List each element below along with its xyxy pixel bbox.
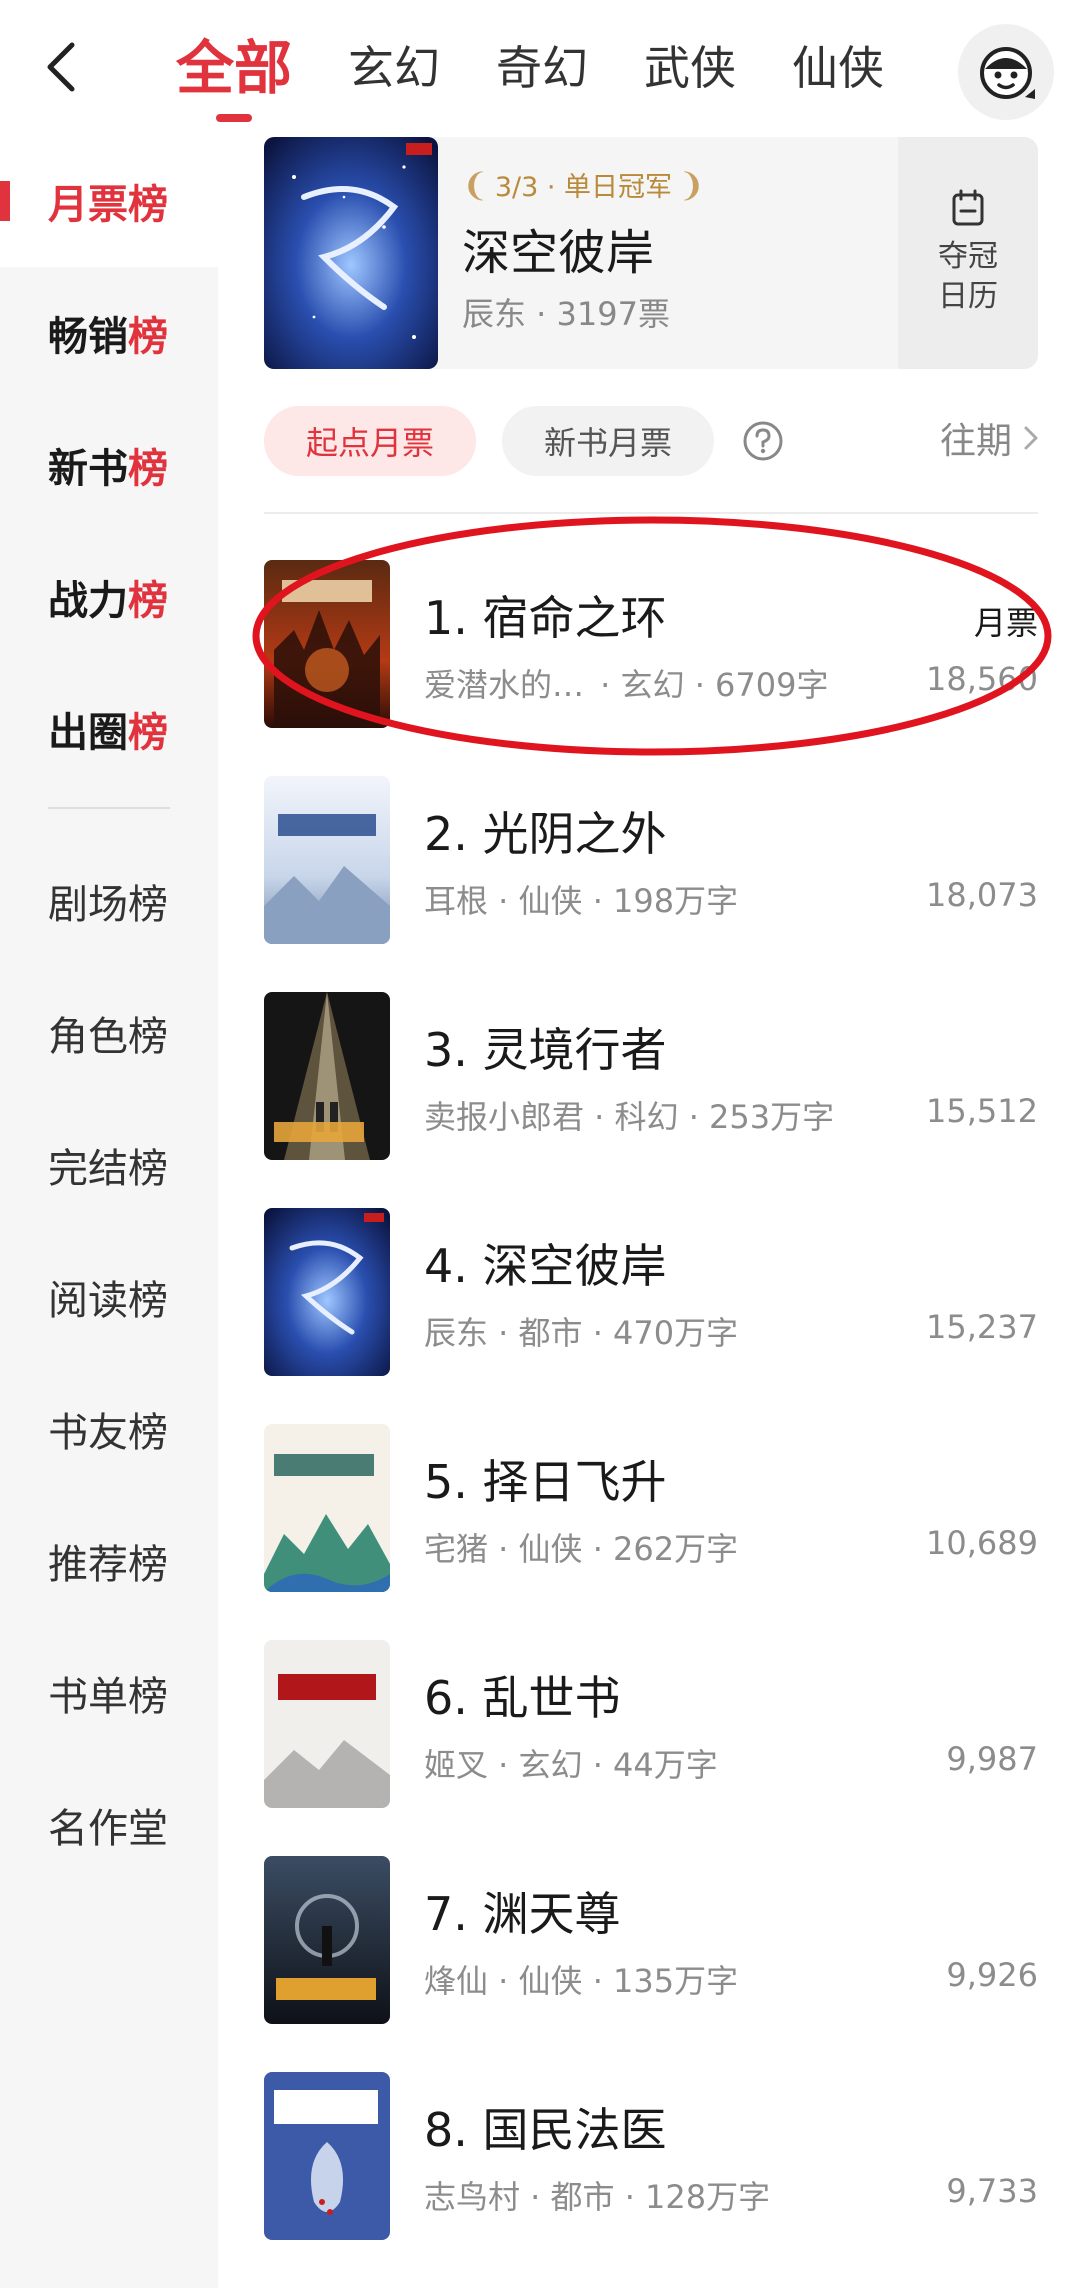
sidebar-item-label: 新书榜	[48, 446, 168, 492]
book-title: 5. 择日飞升	[424, 1455, 667, 1509]
sidebar-item-power[interactable]: 战力榜	[0, 531, 218, 663]
list-item[interactable]: 4. 深空彼岸 辰东 · 都市 · 470万字 15,237	[264, 1208, 1038, 1376]
history-link[interactable]: 往期	[940, 412, 1040, 464]
book-title: 7. 渊天尊	[424, 1887, 621, 1941]
calendar-icon	[952, 189, 984, 226]
book-title: 8. 国民法医	[424, 2103, 667, 2157]
sidebar-item-label: 出圈榜	[48, 710, 168, 756]
champion-calendar-button[interactable]: 夺冠日历	[898, 137, 1038, 369]
ranking-sidebar: 月票榜 畅销榜 新书榜 战力榜 出圈榜 剧场榜 角色榜 完结榜 阅读榜 书友榜 …	[0, 135, 218, 2288]
book-cover	[264, 137, 438, 369]
book-meta: 志鸟村 · 都市 · 128万字	[424, 2178, 771, 2216]
sidebar-item-booklist[interactable]: 书单榜	[0, 1627, 218, 1759]
vote-count: 18,560	[926, 660, 1038, 698]
sidebar-divider	[48, 807, 170, 809]
filter-newbook-monthly[interactable]: 新书月票	[502, 406, 714, 476]
top-nav: 全部 玄幻 奇幻 武侠 仙侠	[0, 0, 1080, 135]
book-meta: 卖报小郎君 · 科幻 · 253万字	[424, 1098, 835, 1136]
list-item[interactable]: 8. 国民法医 志鸟村 · 都市 · 128万字 9,733	[264, 2072, 1038, 2240]
book-cover	[264, 1208, 390, 1376]
avatar-button[interactable]	[958, 24, 1054, 120]
list-item[interactable]: 6. 乱世书 姬叉 · 玄幻 · 44万字 9,987	[264, 1640, 1038, 1808]
back-button[interactable]	[28, 32, 98, 102]
list-item[interactable]: 1. 宿命之环 月票 爱潜水的… · 玄幻 · 6709字 18,560	[264, 560, 1038, 728]
sidebar-item-new-book[interactable]: 新书榜	[0, 399, 218, 531]
book-author: 爱潜水的…	[424, 666, 585, 704]
champion-badge-text: 3/3 · 单日冠军	[494, 172, 673, 203]
tab-qihuan[interactable]: 奇幻	[496, 28, 588, 108]
avatar-monkey-icon	[980, 47, 1035, 99]
book-title: 4. 深空彼岸	[424, 1239, 667, 1293]
sidebar-item-monthly-ticket[interactable]: 月票榜	[0, 135, 218, 267]
list-item[interactable]: 2. 光阴之外 耳根 · 仙侠 · 198万字 18,073	[264, 776, 1038, 944]
book-meta-rest: · 玄幻 · 6709字	[600, 666, 829, 704]
book-title: 6. 乱世书	[424, 1671, 621, 1725]
book-cover	[264, 2072, 390, 2240]
chevron-left-icon	[47, 42, 75, 92]
vote-count: 9,987	[946, 1740, 1038, 1778]
sidebar-item-reader-fans[interactable]: 书友榜	[0, 1363, 218, 1495]
book-cover	[264, 560, 390, 728]
book-title: 1. 宿命之环	[424, 591, 667, 645]
book-meta: 耳根 · 仙侠 · 198万字	[424, 882, 739, 920]
laurel-right-icon: ❩	[678, 165, 705, 204]
list-item[interactable]: 7. 渊天尊 烽仙 · 仙侠 · 135万字 9,926	[264, 1856, 1038, 2024]
tab-all[interactable]: 全部	[176, 28, 292, 108]
champion-title: 深空彼岸	[462, 225, 655, 281]
sidebar-item-breakout[interactable]: 出圈榜	[0, 663, 218, 795]
champion-meta: 辰东 · 3197票	[462, 295, 670, 333]
chevron-right-icon	[1024, 426, 1038, 450]
book-meta: 姬叉 · 玄幻 · 44万字	[424, 1746, 718, 1784]
tab-wuxia[interactable]: 武侠	[644, 28, 736, 108]
vote-count: 18,073	[926, 876, 1038, 914]
category-tabs: 全部 玄幻 奇幻 武侠 仙侠	[176, 28, 940, 108]
book-meta: 烽仙 · 仙侠 · 135万字	[424, 1962, 739, 2000]
tab-xuanhuan[interactable]: 玄幻	[348, 28, 440, 108]
tab-xianxia[interactable]: 仙侠	[792, 28, 884, 108]
book-meta: 宅猪 · 仙侠 · 262万字	[424, 1530, 739, 1568]
calendar-label: 夺冠日历	[938, 239, 998, 314]
book-cover	[264, 1640, 390, 1808]
sidebar-item-label: 战力榜	[48, 578, 168, 624]
book-cover	[264, 776, 390, 944]
sidebar-item-bestseller[interactable]: 畅销榜	[0, 267, 218, 399]
sidebar-item-label: 畅销榜	[48, 314, 168, 360]
history-label: 往期	[939, 421, 1012, 462]
laurel-left-icon: ❨	[462, 165, 489, 204]
sidebar-item-completed[interactable]: 完结榜	[0, 1099, 218, 1231]
vote-count: 9,733	[946, 2172, 1038, 2210]
list-item[interactable]: 3. 灵境行者 卖报小郎君 · 科幻 · 253万字 15,512	[264, 992, 1038, 1160]
vote-count: 10,689	[926, 1524, 1038, 1562]
book-title: 3. 灵境行者	[424, 1023, 667, 1077]
book-title: 2. 光阴之外	[424, 807, 667, 861]
help-icon[interactable]	[742, 420, 784, 462]
filter-qidian-monthly[interactable]: 起点月票	[264, 406, 476, 476]
sidebar-item-character[interactable]: 角色榜	[0, 967, 218, 1099]
filter-divider	[264, 512, 1038, 514]
book-meta: 辰东 · 都市 · 470万字	[424, 1314, 739, 1352]
sidebar-item-recommend[interactable]: 推荐榜	[0, 1495, 218, 1627]
daily-champion-card[interactable]: ❨ 3/3 · 单日冠军 ❩ 深空彼岸 辰东 · 3197票 夺冠日历	[264, 137, 1038, 369]
book-cover	[264, 992, 390, 1160]
champion-badge: ❨ 3/3 · 单日冠军 ❩	[462, 165, 705, 204]
sidebar-item-hall-of-fame[interactable]: 名作堂	[0, 1759, 218, 1891]
vote-count: 15,237	[926, 1308, 1038, 1346]
list-item[interactable]: 5. 择日飞升 宅猪 · 仙侠 · 262万字 10,689	[264, 1424, 1038, 1592]
vote-column-label: 月票	[973, 604, 1038, 642]
sidebar-item-reading[interactable]: 阅读榜	[0, 1231, 218, 1363]
book-cover	[264, 1856, 390, 2024]
vote-count: 9,926	[946, 1956, 1038, 1994]
book-cover	[264, 1424, 390, 1592]
sidebar-item-theater[interactable]: 剧场榜	[0, 835, 218, 967]
book-meta: 爱潜水的… · 玄幻 · 6709字	[424, 660, 828, 706]
vote-count: 15,512	[926, 1092, 1038, 1130]
